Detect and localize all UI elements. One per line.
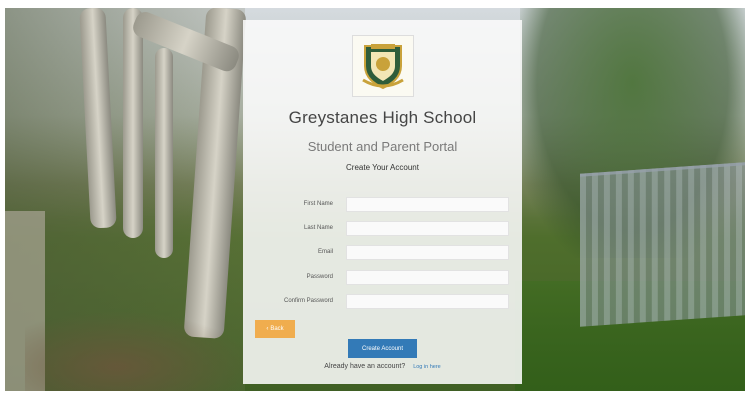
school-logo (352, 35, 414, 97)
password-input[interactable] (346, 270, 509, 285)
back-button-label: Back (270, 326, 284, 332)
first-name-label: First Name (303, 201, 333, 207)
form-heading: Create Your Account (346, 163, 419, 172)
chevron-left-icon: ‹ (266, 326, 269, 332)
login-link[interactable]: Log in here (413, 364, 441, 370)
email-row: Email (243, 245, 522, 261)
last-name-label: Last Name (303, 225, 333, 231)
confirm-password-input[interactable] (346, 294, 509, 309)
last-name-row: Last Name (243, 221, 522, 237)
password-label: Password (306, 274, 333, 280)
tree-trunk (155, 48, 173, 258)
last-name-input[interactable] (346, 221, 509, 236)
login-prompt-text: Already have an account? (324, 363, 406, 370)
signup-panel: Greystanes High School Student and Paren… (243, 20, 522, 384)
login-prompt: Already have an account? Log in here (243, 363, 522, 370)
email-label: Email (317, 249, 333, 255)
background-fence (580, 162, 745, 327)
first-name-row: First Name (243, 197, 522, 213)
password-row: Password (243, 270, 522, 286)
create-account-button[interactable]: Create Account (348, 339, 417, 358)
tree-trunk (123, 8, 143, 238)
school-crest-icon (362, 44, 404, 90)
back-button[interactable]: ‹ Back (255, 320, 295, 338)
confirm-password-row: Confirm Password (243, 294, 522, 310)
confirm-password-label: Confirm Password (283, 298, 333, 304)
background-dirt (25, 311, 255, 391)
portal-name: Student and Parent Portal (307, 139, 458, 154)
email-input[interactable] (346, 245, 509, 260)
school-name: Greystanes High School (288, 108, 477, 127)
first-name-input[interactable] (346, 197, 509, 212)
